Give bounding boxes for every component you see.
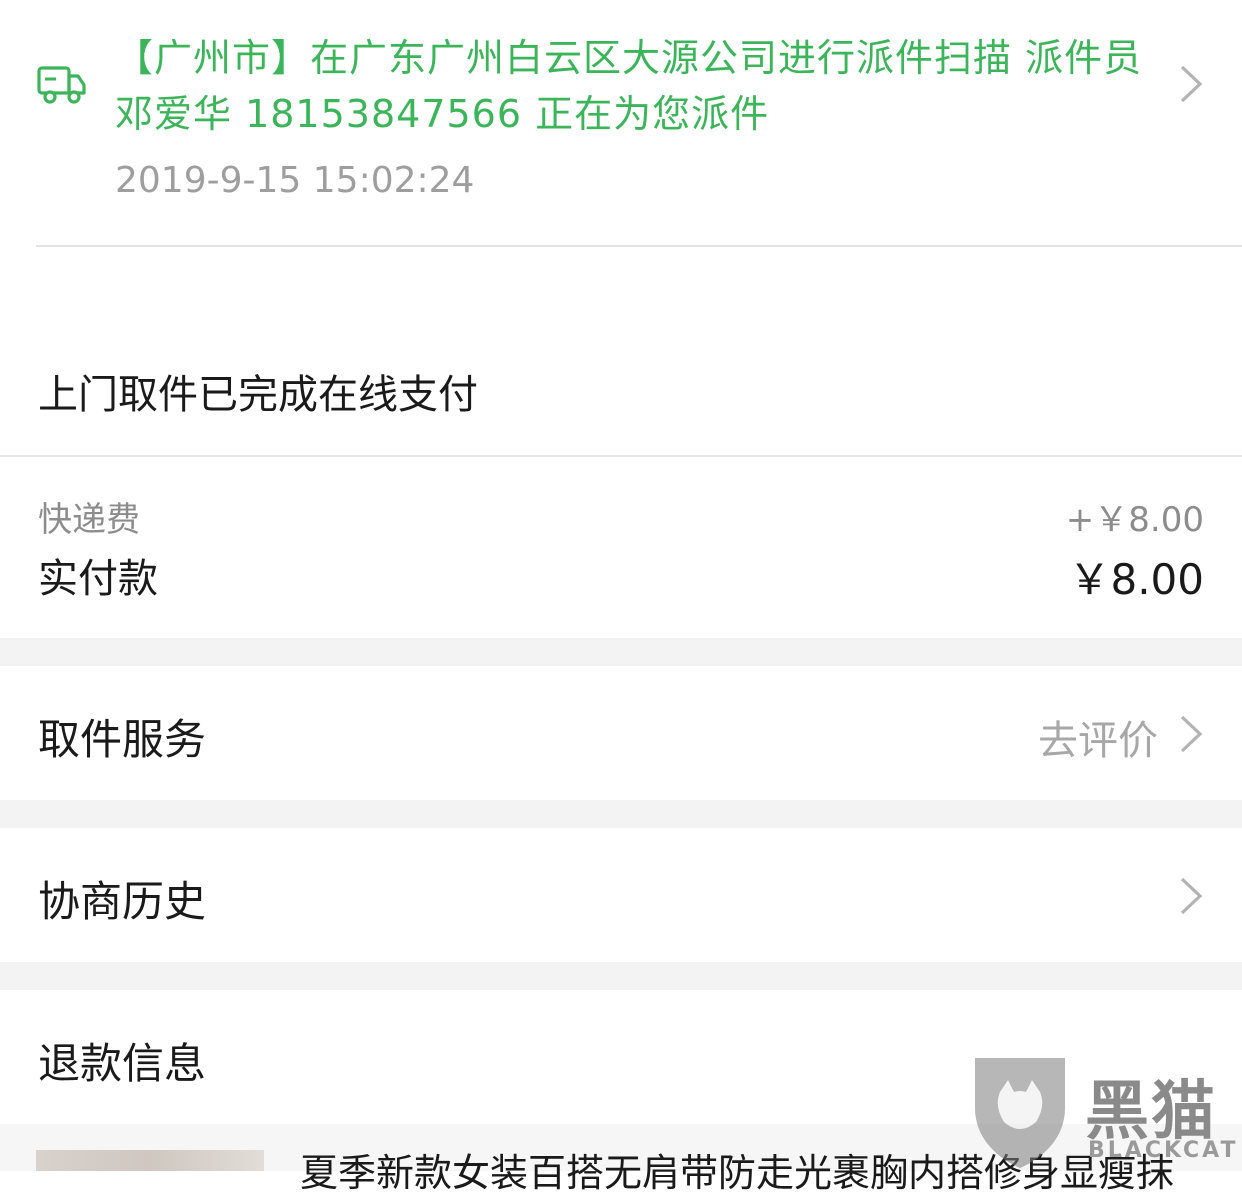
truck-icon (36, 60, 88, 108)
shipping-fee-label: 快递费 (38, 500, 140, 540)
logistics-time: 2019-9-15 15:02:24 (115, 160, 475, 201)
negotiation-chevron-right-icon[interactable] (1178, 876, 1204, 916)
section-divider (0, 455, 1242, 457)
negotiation-history-title[interactable]: 协商历史 (38, 868, 206, 929)
pickup-service-chevron-right-icon[interactable] (1178, 714, 1204, 754)
rate-service-link[interactable]: 去评价 (1038, 708, 1158, 766)
logistics-description[interactable]: 【广州市】在广东广州白云区大源公司进行派件扫描 派件员 邓爱华 18153847… (115, 30, 1155, 142)
shipping-fee-value: +￥8.00 (1065, 500, 1204, 540)
logistics-divider (36, 245, 1242, 247)
pickup-status: 上门取件已完成在线支付 (38, 372, 478, 418)
watermark-text-en: BLACKCAT (1088, 1138, 1239, 1163)
product-thumbnail[interactable] (36, 1150, 264, 1171)
paid-amount-value: ￥8.00 (1068, 555, 1204, 604)
paid-amount-label: 实付款 (38, 556, 158, 602)
refund-info-title: 退款信息 (38, 1039, 207, 1088)
pickup-service-title: 取件服务 (38, 715, 207, 764)
logistics-chevron-right-icon[interactable] (1178, 64, 1204, 104)
section-gap (0, 638, 1242, 666)
section-gap (0, 962, 1242, 990)
section-gap (0, 800, 1242, 828)
